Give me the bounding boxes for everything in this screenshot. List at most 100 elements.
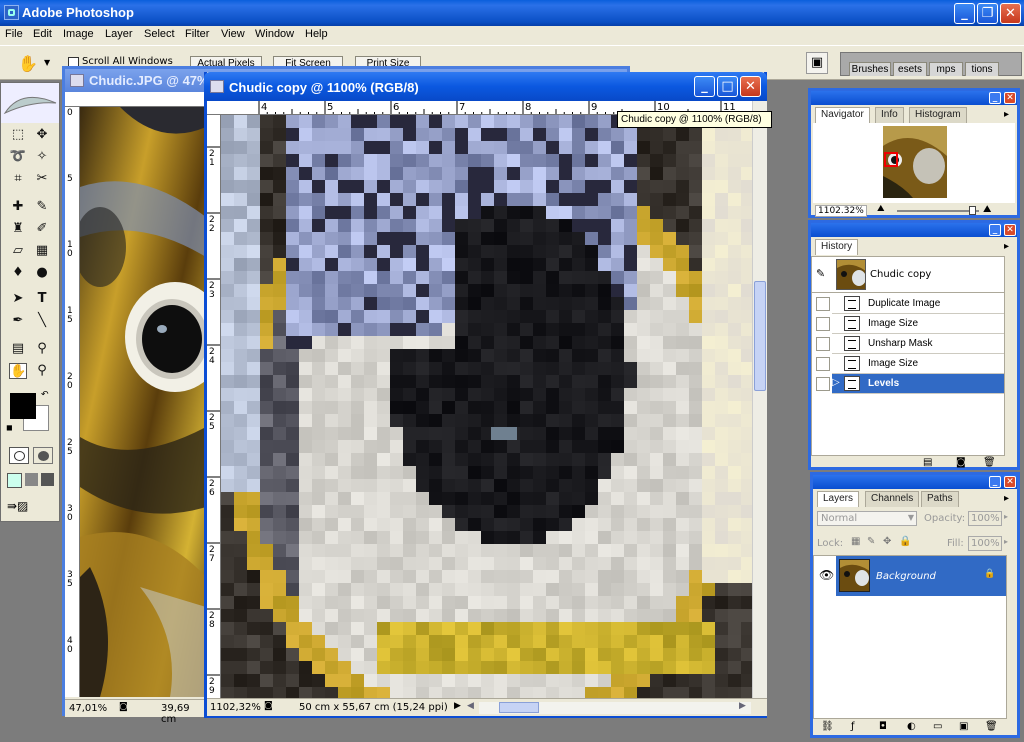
type-tool-icon[interactable]: T [33, 291, 51, 307]
history-brush-source-box[interactable] [816, 337, 830, 351]
menu-image[interactable]: Image [63, 28, 94, 40]
swap-colors-icon[interactable]: ↶ [41, 390, 49, 400]
link-layers-icon[interactable]: ⛓ [821, 721, 834, 732]
adjustment-layer-icon[interactable]: ◐ [907, 721, 916, 732]
tab-layers[interactable]: Layers [817, 491, 860, 507]
layer-visibility-eye-icon[interactable]: 👁 [819, 568, 834, 582]
menu-filter[interactable]: Filter [185, 28, 209, 40]
hand-tool-icon[interactable]: ✋ [18, 54, 38, 73]
menu-file[interactable]: File [5, 28, 23, 40]
restore-button[interactable]: ❐ [977, 3, 998, 24]
healing-brush-tool-icon[interactable]: ✚ [9, 199, 27, 215]
doc-front-status-icon[interactable]: ◙ [264, 701, 273, 711]
screen-mode-full-menu-icon[interactable] [25, 473, 38, 486]
h-scroll-thumb[interactable] [499, 702, 539, 713]
history-state-row[interactable]: Levels [832, 374, 1004, 394]
delete-state-icon[interactable]: 🗑 [983, 457, 996, 468]
document-window-chudic-copy[interactable]: Chudic copy @ 1100% (RGB/8) _ □ ✕ 4 5 6 7 8 9… [204, 72, 767, 718]
lock-position-icon[interactable]: ✥ [883, 536, 891, 547]
lock-transparency-icon[interactable]: ▦ [851, 536, 860, 547]
menu-view[interactable]: View [221, 28, 245, 40]
palette-well-comps-tab[interactable]: mps [929, 62, 963, 76]
tab-info[interactable]: Info [875, 107, 904, 123]
h-scroll-right-icon[interactable]: ▶ [739, 701, 746, 711]
menu-window[interactable]: Window [255, 28, 294, 40]
zoom-slider[interactable] [897, 206, 979, 215]
tab-navigator[interactable]: Navigator [815, 107, 870, 123]
doc-back-status-icon[interactable]: ◙ [119, 702, 128, 712]
menu-help[interactable]: Help [305, 28, 328, 40]
blur-tool-icon[interactable]: ♦ [9, 265, 27, 281]
doc-front-zoom[interactable]: 1102,32% [210, 702, 261, 713]
status-menu-arrow-icon[interactable]: ▶ [454, 701, 461, 711]
tab-histogram[interactable]: Histogram [909, 107, 967, 123]
h-scroll-left-icon[interactable]: ◀ [467, 701, 474, 711]
clone-stamp-tool-icon[interactable]: ♜ [9, 221, 27, 237]
new-document-from-state-icon[interactable]: ▤ [923, 457, 932, 468]
tab-paths[interactable]: Paths [921, 491, 959, 507]
panel-menu-icon[interactable]: ▸ [1004, 493, 1009, 504]
default-colors-icon[interactable]: ◼ [6, 423, 13, 432]
doc-minimize-button[interactable]: _ [694, 76, 715, 97]
doc-front-h-scrollbar[interactable] [479, 702, 751, 714]
brush-tool-icon[interactable]: ✎ [33, 199, 51, 215]
zoom-slider-handle[interactable] [969, 206, 976, 215]
new-group-icon[interactable]: ▭ [933, 721, 942, 732]
palette-well-actions-tab[interactable]: tions [965, 62, 999, 76]
palette-well-brushes-tab[interactable]: Brushes [849, 62, 891, 76]
magic-wand-tool-icon[interactable]: ✧ [33, 149, 51, 165]
layers-panel-titlebar[interactable]: _ ✕ [813, 475, 1017, 489]
pen-tool-icon[interactable]: ✒ [9, 313, 27, 329]
jump-to-imageready-icon[interactable]: ⇛▨ [7, 499, 53, 517]
notes-tool-icon[interactable]: ▤ [9, 341, 27, 357]
menu-edit[interactable]: Edit [33, 28, 52, 40]
dodge-tool-icon[interactable]: ● [33, 265, 51, 281]
opacity-field[interactable]: 100% [968, 511, 1002, 526]
new-layer-icon[interactable]: ▣ [959, 721, 968, 732]
panel-minimize-icon[interactable]: _ [989, 476, 1001, 488]
tab-channels[interactable]: Channels [865, 491, 920, 507]
layer-name[interactable]: Background [876, 571, 936, 582]
lock-all-icon[interactable]: 🔒 [899, 536, 911, 547]
tool-preset-dropdown-icon[interactable]: ▼ [44, 58, 50, 67]
zoom-out-icon[interactable]: ⛰ [877, 204, 885, 214]
lock-pixels-icon[interactable]: ✎ [867, 536, 875, 547]
panel-minimize-icon[interactable]: _ [989, 92, 1001, 104]
history-state-row[interactable]: Duplicate Image [832, 294, 1004, 314]
opacity-arrow-icon[interactable]: ▸ [1004, 512, 1008, 521]
history-state-row[interactable]: Image Size [832, 314, 1004, 334]
panel-close-icon[interactable]: ✕ [1004, 92, 1016, 104]
zoom-in-icon[interactable]: ⛰ [983, 204, 991, 215]
screen-mode-standard-icon[interactable] [7, 473, 22, 488]
new-snapshot-icon[interactable]: ◙ [956, 457, 966, 468]
menu-select[interactable]: Select [144, 28, 175, 40]
doc-maximize-button[interactable]: □ [717, 76, 738, 97]
delete-layer-icon[interactable]: 🗑 [985, 721, 998, 732]
history-brush-source-box[interactable] [816, 297, 830, 311]
standard-mode-icon[interactable] [9, 447, 29, 464]
panel-close-icon[interactable]: ✕ [1004, 476, 1016, 488]
panel-menu-icon[interactable]: ▸ [1004, 109, 1009, 120]
zoom-tool-icon[interactable]: ⚲ [33, 363, 51, 379]
history-state-row[interactable]: Unsharp Mask [832, 334, 1004, 354]
slice-tool-icon[interactable]: ✂ [33, 171, 51, 187]
palette-toggle-icon[interactable]: ▣ [806, 52, 828, 74]
history-state-row[interactable]: Image Size [832, 354, 1004, 374]
doc-back-zoom[interactable]: 47,01% [69, 703, 107, 714]
menu-layer[interactable]: Layer [105, 28, 133, 40]
layer-style-icon[interactable]: ƒ [851, 721, 855, 732]
hand-tool-icon-selected[interactable]: ✋ [9, 363, 27, 379]
path-selection-tool-icon[interactable]: ➤ [9, 291, 27, 307]
v-scroll-thumb[interactable] [754, 281, 766, 391]
history-panel-titlebar[interactable]: _ ✕ [811, 223, 1017, 237]
eraser-tool-icon[interactable]: ▱ [9, 243, 27, 259]
navigator-preview[interactable] [813, 123, 1015, 203]
history-snapshot-row[interactable]: ✎ Chudic copy [812, 257, 1004, 293]
tab-history[interactable]: History [815, 239, 859, 255]
panel-close-icon[interactable]: ✕ [1004, 224, 1016, 236]
panel-minimize-icon[interactable]: _ [989, 224, 1001, 236]
move-tool-icon[interactable]: ✥ [33, 127, 51, 143]
minimize-button[interactable]: _ [954, 3, 975, 24]
doc-front-v-scrollbar[interactable] [752, 101, 767, 698]
crop-tool-icon[interactable]: ⌗ [9, 171, 27, 187]
